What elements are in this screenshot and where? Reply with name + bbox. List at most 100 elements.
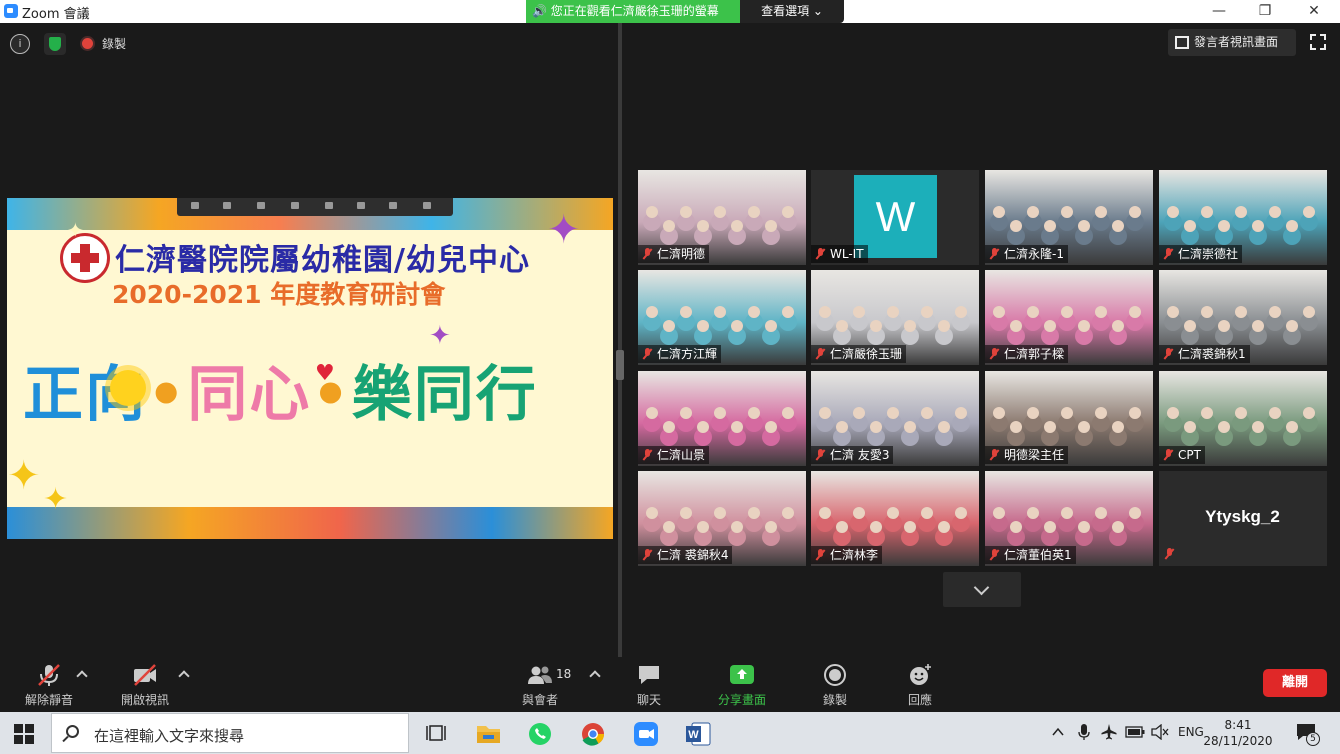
participant-figure (731, 521, 743, 533)
participant-tile[interactable]: 仁濟 裘錦秋4 (638, 471, 806, 566)
speaker-view-button[interactable]: 發言者視訊畫面 (1168, 29, 1296, 56)
mic-muted-icon (1163, 449, 1173, 461)
participant-figure (904, 320, 916, 332)
mic-muted-icon (642, 549, 652, 561)
windows-start-icon[interactable] (14, 724, 34, 744)
volume-muted-icon[interactable] (1151, 724, 1169, 740)
participant-name-label: 明德梁主任 (985, 446, 1069, 464)
participant-figure (819, 507, 831, 519)
mic-muted-icon (642, 248, 652, 260)
participant-figure (1061, 407, 1073, 419)
fullscreen-icon[interactable] (1310, 34, 1326, 50)
chevron-up-icon[interactable] (1050, 724, 1066, 740)
participant-tile[interactable]: 仁濟嚴徐玉珊 (811, 270, 979, 365)
word-icon[interactable]: W (678, 717, 718, 751)
participant-figure (1078, 320, 1090, 332)
next-page-button[interactable] (943, 572, 1021, 607)
participant-figure (697, 320, 709, 332)
participant-tile[interactable]: 仁濟董伯英1 (985, 471, 1153, 566)
chat-button[interactable]: 聊天 (624, 657, 674, 712)
share-screen-label: 分享畫面 (717, 693, 766, 707)
encryption-shield-icon[interactable] (44, 33, 66, 55)
participants-button[interactable]: 與會者 (512, 657, 568, 712)
participant-figure (938, 320, 950, 332)
participant-figure (1027, 507, 1039, 519)
participant-tile[interactable]: W WL-IT (811, 170, 979, 265)
reactions-button[interactable]: 回應 (896, 657, 944, 712)
participant-figure (1095, 407, 1107, 419)
participant-figure (714, 407, 726, 419)
speaker-icon: 🔊 (532, 4, 547, 18)
taskbar-search-placeholder: 在這裡輸入文字來搜尋 (94, 727, 245, 745)
share-screen-button[interactable]: 分享畫面 (712, 657, 772, 712)
battery-icon[interactable] (1125, 725, 1145, 739)
split-divider[interactable] (618, 23, 622, 657)
view-options-button[interactable]: 查看選項 ⌄ (740, 0, 844, 23)
whatsapp-icon[interactable] (520, 717, 560, 751)
participant-figure (765, 220, 777, 232)
participant-figure (1044, 320, 1056, 332)
participant-figure (853, 306, 865, 318)
participant-tile[interactable]: 仁濟裘錦秋1 (1159, 270, 1327, 365)
participant-tile[interactable]: 仁濟郭子樑 (985, 270, 1153, 365)
slide-slogan: 正向•同心•樂同行 (23, 346, 538, 433)
mic-muted-icon (989, 248, 999, 260)
participant-figure (1044, 421, 1056, 433)
participant-tile[interactable]: 仁濟 友愛3 (811, 371, 979, 466)
notification-center[interactable]: 5 (1294, 720, 1324, 748)
participant-name-label: 仁濟山景 (638, 446, 710, 464)
unmute-label: 解除靜音 (24, 693, 73, 707)
record-button[interactable]: 錄製 (810, 657, 860, 712)
reactions-icon (910, 664, 931, 685)
participant-tile[interactable]: 明德梁主任 (985, 371, 1153, 466)
mic-muted-icon (989, 549, 999, 561)
participant-figure (731, 320, 743, 332)
mic-muted-icon (1164, 548, 1174, 560)
participant-tile[interactable]: 仁濟明德 (638, 170, 806, 265)
minimize-button[interactable]: — (1196, 0, 1242, 23)
participant-figure (1078, 421, 1090, 433)
window-title: Zoom 會議 (22, 7, 90, 22)
participant-tile[interactable]: Ytyskg_2 (1159, 471, 1327, 566)
participant-figure (870, 320, 882, 332)
file-explorer-icon[interactable] (468, 717, 508, 751)
participant-figure (1112, 421, 1124, 433)
participant-tile[interactable]: 仁濟林李 (811, 471, 979, 566)
participant-figure (1303, 306, 1315, 318)
participant-figure (1252, 421, 1264, 433)
mic-muted-icon (989, 348, 999, 360)
participant-tile[interactable]: 仁濟永隆-1 (985, 170, 1153, 265)
participant-tile[interactable]: 仁濟方江輝 (638, 270, 806, 365)
participant-tile[interactable]: CPT (1159, 371, 1327, 466)
divider-handle[interactable] (616, 350, 624, 380)
participant-figure (1286, 421, 1298, 433)
participant-figure (1201, 206, 1213, 218)
participant-figure (1095, 206, 1107, 218)
restore-button[interactable]: ❐ (1242, 0, 1288, 23)
taskbar-search-box[interactable]: 在這裡輸入文字來搜尋 (51, 713, 409, 753)
star-icon: ✦ (547, 207, 581, 253)
microphone-tray-icon[interactable] (1076, 723, 1092, 741)
participant-name: 仁濟永隆-1 (1004, 247, 1064, 261)
participant-figure (748, 206, 760, 218)
meeting-info-icon[interactable]: i (10, 34, 30, 54)
unmute-button[interactable]: 解除靜音 (20, 657, 78, 712)
airplane-mode-icon[interactable] (1100, 723, 1118, 741)
participant-name-display: Ytyskg_2 (1205, 507, 1280, 526)
participant-name-label: 仁濟董伯英1 (985, 546, 1076, 564)
close-button[interactable]: ✕ (1291, 0, 1337, 23)
zoom-taskbar-icon[interactable] (626, 717, 666, 751)
participant-tile[interactable]: 仁濟崇德社 (1159, 170, 1327, 265)
participant-figure (663, 220, 675, 232)
share-screen-icon (730, 665, 754, 684)
start-video-button[interactable]: 開啟視訊 (116, 657, 174, 712)
task-view-icon[interactable] (418, 717, 458, 751)
chrome-icon[interactable] (573, 717, 613, 751)
participant-figure (1095, 507, 1107, 519)
participant-tile[interactable]: 仁濟山景 (638, 371, 806, 466)
participant-figure (887, 306, 899, 318)
taskbar-clock[interactable]: 8:41 28/11/2020 (1200, 717, 1276, 749)
leave-meeting-button[interactable]: 離開 (1263, 669, 1327, 697)
clock-date: 28/11/2020 (1203, 734, 1273, 748)
heart-icon: ♥ (315, 361, 335, 386)
